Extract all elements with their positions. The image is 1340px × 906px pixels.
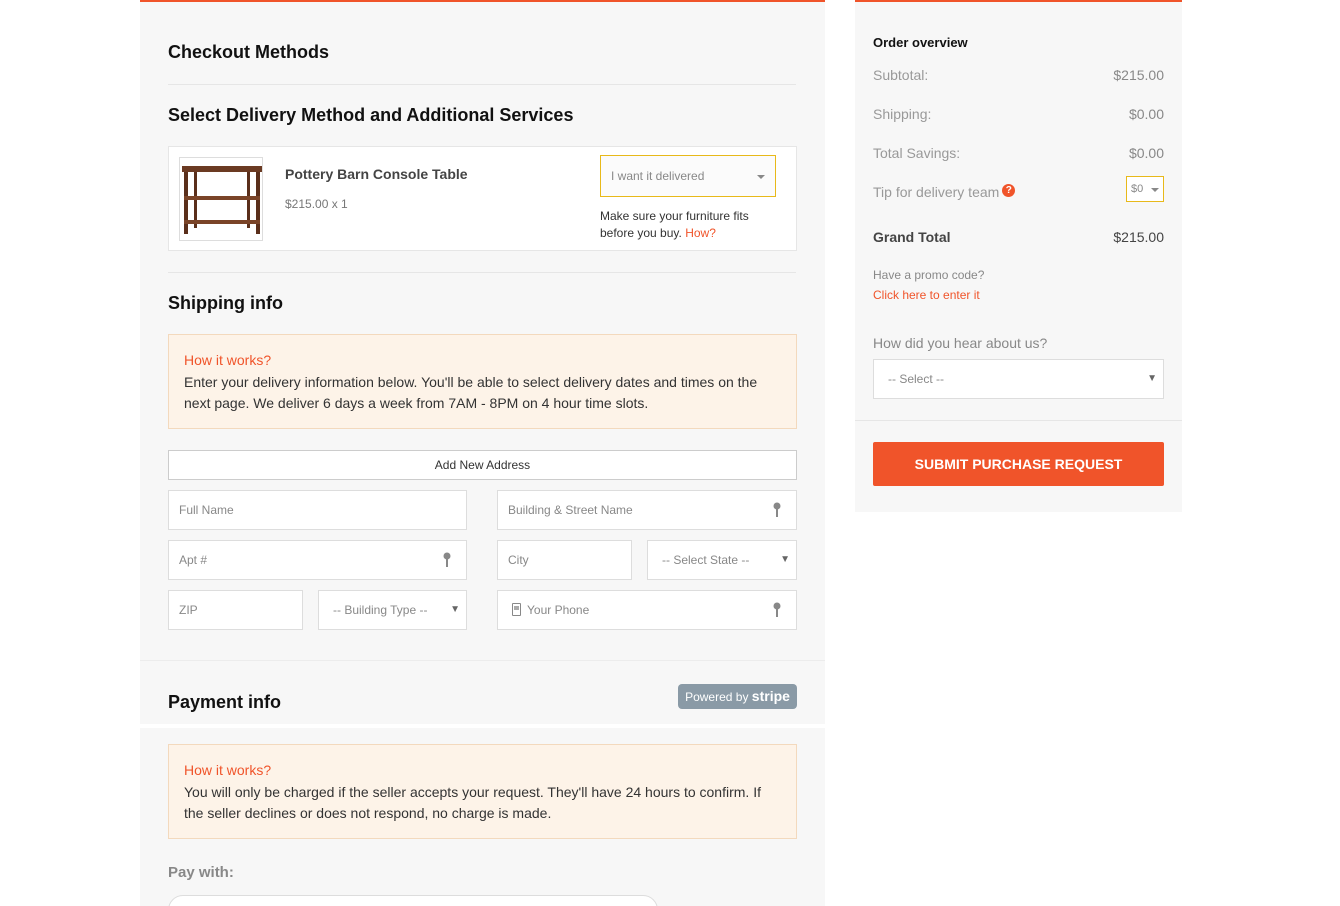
payment-info-heading: How it works? [184,762,272,778]
hear-about-label: How did you hear about us? [873,335,1048,351]
checkout-main-column: Checkout Methods Select Delivery Method … [140,0,825,906]
shipping-row: Shipping: $0.00 [873,106,1164,122]
street-placeholder: Building & Street Name [508,503,633,517]
divider [140,660,825,661]
key-icon [773,602,781,617]
phone-placeholder: Your Phone [527,603,590,617]
tip-value: $0 [1131,183,1144,195]
shipping-info-heading: How it works? [184,352,272,368]
savings-value: $0.00 [1128,145,1164,161]
full-name-placeholder: Full Name [179,503,234,517]
checkout-methods-title: Checkout Methods [168,42,330,62]
how-link[interactable]: How? [685,226,716,240]
caret-down-icon: ▼ [450,604,460,615]
shipping-info-text: Enter your delivery information below. Y… [184,374,758,411]
payment-method-field[interactable] [168,895,658,906]
stripe-prefix: Powered by [685,690,749,704]
grand-total-row: Grand Total $215.00 [873,229,1164,245]
phone-icon [512,603,521,617]
order-overview-title: Order overview [873,35,968,50]
add-new-address-button[interactable]: Add New Address [168,450,797,480]
product-card: Pottery Barn Console Table $215.00 x 1 I… [168,146,797,251]
city-input[interactable]: City [497,540,632,580]
console-table-icon [182,166,262,234]
savings-label: Total Savings: [873,145,961,161]
stripe-logo: stripe [751,688,790,704]
chevron-down-icon [757,175,765,179]
payment-info-title: Payment info [168,692,282,712]
caret-down-icon: ▼ [1147,373,1157,384]
shipping-info-title: Shipping info [168,293,283,313]
key-icon [443,552,451,567]
street-input[interactable]: Building & Street Name [497,490,797,530]
hear-about-select[interactable]: -- Select -- ▼ [873,359,1164,399]
chevron-down-icon [1151,188,1159,192]
full-name-input[interactable]: Full Name [168,490,467,530]
city-placeholder: City [508,553,529,567]
shipping-label: Shipping: [873,106,932,122]
shipping-value: $0.00 [1128,106,1164,122]
zip-input[interactable]: ZIP [168,590,303,630]
product-image [179,157,263,241]
powered-by-stripe-badge[interactable]: Powered by stripe [678,684,797,709]
state-select-value: -- Select State -- [662,553,750,567]
zip-placeholder: ZIP [179,603,198,617]
payment-info-box: How it works? You will only be charged i… [168,744,797,839]
subtotal-label: Subtotal: [873,67,929,83]
apt-input[interactable]: Apt # [168,540,467,580]
apt-placeholder: Apt # [179,553,208,567]
state-select[interactable]: -- Select State -- ▼ [647,540,797,580]
delivery-method-select[interactable]: I want it delivered [600,155,776,197]
divider [855,420,1182,421]
fit-note: Make sure your furniture fits before you… [600,208,780,242]
key-icon [773,502,781,517]
submit-purchase-button[interactable]: SUBMIT PURCHASE REQUEST [873,442,1164,486]
product-name: Pottery Barn Console Table [285,166,468,182]
promo-code-link[interactable]: Click here to enter it [873,288,980,302]
promo-question: Have a promo code? [873,268,985,282]
caret-down-icon: ▼ [780,554,790,565]
hear-about-value: -- Select -- [888,372,945,386]
divider [168,84,796,85]
shipping-info-box: How it works? Enter your delivery inform… [168,334,797,429]
grand-total-value: $215.00 [1113,229,1164,245]
tip-select[interactable]: $0 [1126,176,1164,202]
product-price: $215.00 x 1 [285,197,348,211]
grand-total-label: Grand Total [873,229,951,245]
subtotal-row: Subtotal: $215.00 [873,67,1164,83]
checkout-page: Checkout Methods Select Delivery Method … [0,0,1340,906]
delivery-method-title: Select Delivery Method and Additional Se… [168,105,574,125]
divider [168,272,796,273]
phone-input[interactable]: Your Phone [497,590,797,630]
fit-note-text: Make sure your furniture fits before you… [600,209,749,240]
building-type-value: -- Building Type -- [333,603,428,617]
delivery-method-value: I want it delivered [611,169,705,183]
pay-with-label: Pay with: [168,864,234,881]
payment-info-text: You will only be charged if the seller a… [184,784,761,821]
divider [140,724,825,728]
tip-label: Tip for delivery team [873,184,1000,200]
subtotal-value: $215.00 [1113,67,1164,83]
question-mark-icon[interactable]: ? [1002,184,1016,197]
order-overview-panel: Order overview Subtotal: $215.00 Shippin… [855,0,1182,512]
building-type-select[interactable]: -- Building Type -- ▼ [318,590,467,630]
savings-row: Total Savings: $0.00 [873,145,1164,161]
tip-row: Tip for delivery team? $0 [873,176,1164,202]
